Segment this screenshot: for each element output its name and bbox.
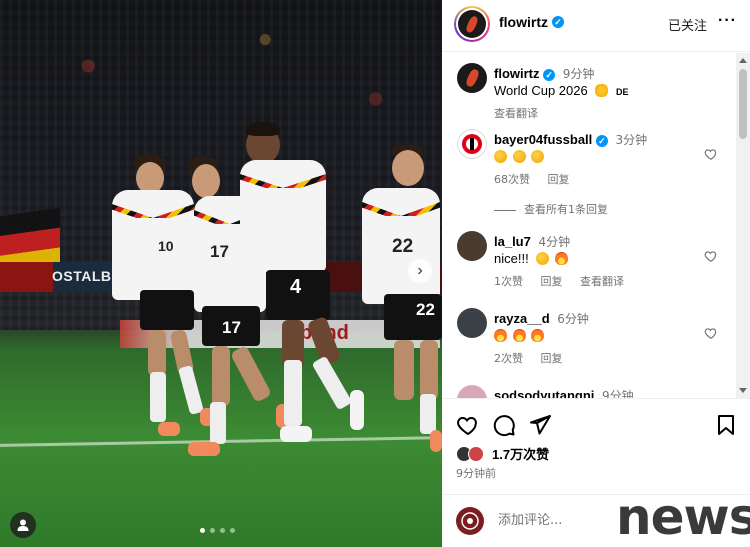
user-icon bbox=[17, 519, 29, 531]
caption: flowirtz ✓ 9分钟 World Cup 2026 DE 查看翻译 bbox=[442, 63, 736, 120]
scroll-up-icon[interactable] bbox=[739, 58, 747, 63]
jersey-number: 22 bbox=[392, 236, 414, 257]
carousel-indicator bbox=[200, 528, 235, 533]
comment-text bbox=[494, 149, 546, 164]
caption-text-content: World Cup 2026 bbox=[494, 83, 588, 98]
clap-icon bbox=[531, 150, 545, 163]
tagged-users-button[interactable] bbox=[10, 512, 36, 538]
comment-likes[interactable]: 2次赞 bbox=[494, 352, 523, 365]
author-username[interactable]: flowirtz ✓ bbox=[499, 14, 564, 30]
post-header: flowirtz ✓ 已关注 ··· bbox=[442, 0, 750, 52]
comment-meta: 1次赞 回复 查看翻译 bbox=[494, 273, 638, 289]
comment-item: rayza__d 6分钟 2次赞 回复 bbox=[442, 308, 736, 378]
jersey-number: 4 bbox=[290, 276, 302, 298]
likes-summary[interactable]: 1.7万次赞 bbox=[456, 444, 549, 463]
comment-likes[interactable]: 1次赞 bbox=[494, 275, 523, 288]
post-detail-panel: flowirtz ✓ 已关注 ··· flowirtz ✓ 9分钟 World … bbox=[442, 0, 750, 547]
scrollbar-thumb[interactable] bbox=[739, 69, 747, 139]
comments-scrollbar[interactable] bbox=[736, 53, 750, 398]
flag-de-icon: DE bbox=[615, 87, 629, 97]
comment-item: la_lu7 4分钟 nice!!! 1次赞 回复 查看翻译 bbox=[442, 231, 736, 301]
caption-translate[interactable]: 查看翻译 bbox=[494, 105, 552, 121]
author-username-text[interactable]: flowirtz bbox=[499, 14, 548, 30]
jersey-number: 22 bbox=[416, 300, 435, 319]
commenter-avatar[interactable] bbox=[457, 231, 487, 261]
jersey-number: 10 bbox=[158, 238, 174, 254]
comment-icon[interactable] bbox=[492, 413, 516, 437]
comments-list[interactable]: flowirtz ✓ 9分钟 World Cup 2026 DE 查看翻译 ba… bbox=[442, 53, 736, 398]
comment-item: bayer04fussball ✓ 3分钟 68次赞 回复 查看所有1条回复 bbox=[442, 129, 736, 229]
clap-icon bbox=[512, 150, 526, 163]
author-avatar[interactable] bbox=[454, 6, 490, 42]
club-crest-icon bbox=[461, 512, 479, 530]
caption-username[interactable]: flowirtz bbox=[494, 66, 540, 81]
verified-icon: ✓ bbox=[595, 135, 608, 147]
bayer-logo-icon bbox=[462, 134, 482, 154]
translate-link[interactable]: 查看翻译 bbox=[494, 107, 538, 120]
bookmark-icon[interactable] bbox=[714, 413, 738, 437]
fire-icon bbox=[554, 252, 568, 265]
comment-input[interactable] bbox=[498, 513, 618, 528]
comment-meta: 68次赞 回复 bbox=[494, 171, 584, 187]
likes-count[interactable]: 1.7万次赞 bbox=[492, 444, 549, 463]
author-avatar-small[interactable] bbox=[457, 63, 487, 93]
reply-button[interactable]: 回复 bbox=[548, 173, 570, 186]
commenter-username[interactable]: sodsodyutangni bbox=[494, 388, 594, 398]
clap-icon bbox=[536, 252, 550, 265]
commenter-username[interactable]: rayza__d bbox=[494, 311, 550, 326]
more-options-icon[interactable]: ··· bbox=[718, 12, 737, 30]
comment-item: sodsodyutangni 9分钟 bbox=[442, 385, 736, 398]
post-photo[interactable]: OSTALB bond 20 10 17 17 4 bbox=[0, 0, 442, 547]
commenter-username[interactable]: la_lu7 bbox=[494, 234, 531, 249]
comment-text-content: nice!!! bbox=[494, 251, 529, 266]
reply-button[interactable]: 回复 bbox=[541, 352, 563, 365]
comment-like-heart-icon[interactable] bbox=[704, 326, 718, 340]
fire-icon bbox=[531, 329, 545, 342]
translate-link[interactable]: 查看翻译 bbox=[580, 275, 624, 288]
following-button[interactable]: 已关注 bbox=[668, 15, 707, 34]
scroll-down-icon[interactable] bbox=[739, 388, 747, 393]
yellow-heart-icon bbox=[595, 84, 609, 97]
verified-icon: ✓ bbox=[552, 16, 564, 28]
comment-meta: 2次赞 回复 bbox=[494, 350, 577, 366]
commenter-avatar[interactable] bbox=[457, 385, 487, 398]
liker-avatar bbox=[468, 445, 484, 462]
comment-text bbox=[494, 328, 546, 343]
comment-likes[interactable]: 68次赞 bbox=[494, 173, 530, 186]
commenter-avatar[interactable] bbox=[457, 129, 487, 159]
verified-icon: ✓ bbox=[543, 69, 556, 81]
fire-icon bbox=[512, 329, 526, 342]
player-22: 22 22 bbox=[346, 144, 442, 454]
caption-time: 9分钟 bbox=[562, 67, 595, 81]
view-replies-link[interactable]: 查看所有1条回复 bbox=[494, 201, 608, 217]
fire-icon bbox=[494, 329, 507, 342]
next-photo-button[interactable]: › bbox=[408, 259, 432, 283]
send-icon[interactable] bbox=[528, 413, 552, 437]
comment-time: 3分钟 bbox=[615, 133, 648, 147]
post-timestamp: 9分钟前 bbox=[456, 467, 496, 480]
caption-text: World Cup 2026 DE bbox=[494, 83, 628, 98]
comment-like-heart-icon[interactable] bbox=[704, 147, 718, 161]
clap-icon bbox=[494, 150, 507, 163]
comment-like-heart-icon[interactable] bbox=[704, 249, 718, 263]
comment-time: 4分钟 bbox=[538, 235, 571, 249]
comment-time: 6分钟 bbox=[557, 312, 589, 326]
commenter-username[interactable]: bayer04fussball bbox=[494, 132, 592, 147]
current-user-avatar bbox=[456, 507, 484, 535]
heart-icon[interactable] bbox=[456, 413, 480, 437]
ad-board-text: OSTALB bbox=[52, 268, 112, 284]
reply-button[interactable]: 回复 bbox=[541, 275, 563, 288]
commenter-avatar[interactable] bbox=[457, 308, 487, 338]
comment-time: 9分钟 bbox=[602, 389, 634, 398]
comment-text: nice!!! bbox=[494, 251, 570, 266]
news-watermark: news bbox=[616, 488, 750, 546]
